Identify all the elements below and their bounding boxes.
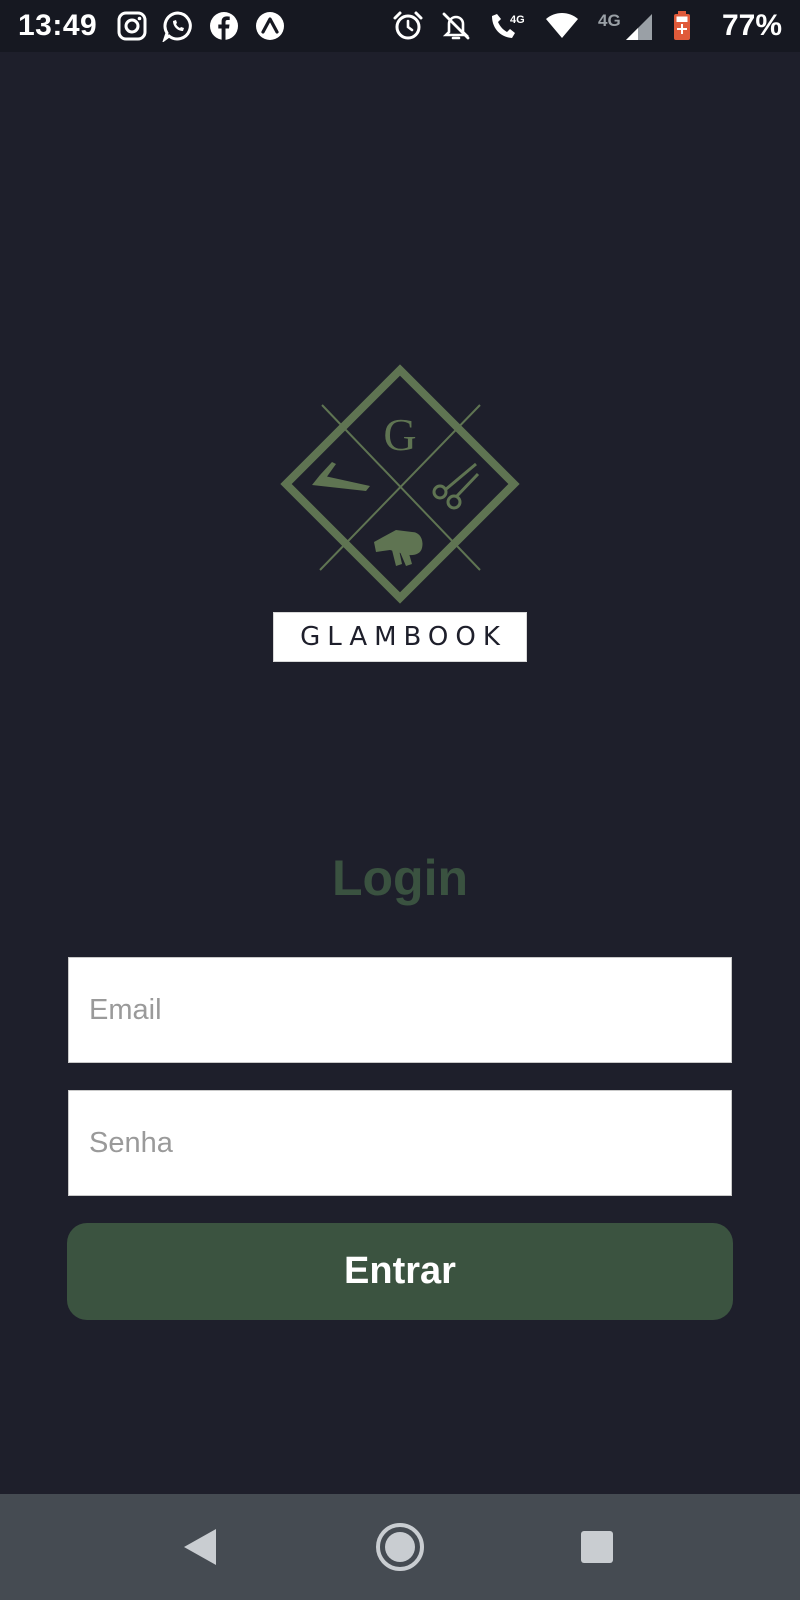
- expo-icon: [256, 12, 284, 40]
- network-label: 4G: [598, 11, 621, 30]
- instagram-icon: [117, 11, 147, 41]
- facebook-icon: [210, 12, 238, 40]
- hair-dryer-icon: [374, 530, 423, 566]
- navigation-bar: [0, 1494, 800, 1600]
- status-time: 13:49: [18, 9, 98, 42]
- status-bar: 13:49 4G 4G 77%: [0, 0, 800, 52]
- login-title: Login: [331, 850, 469, 906]
- call-network-label: 4G: [510, 14, 525, 26]
- battery-percent: 77%: [721, 9, 782, 42]
- wifi-icon: [546, 13, 578, 38]
- status-left-icons: [116, 10, 286, 42]
- login-button[interactable]: Entrar: [67, 1223, 733, 1320]
- logo-monogram: G: [383, 409, 416, 460]
- password-input[interactable]: [68, 1090, 732, 1196]
- signal-icon: 4G: [598, 11, 652, 40]
- brand-name: GLAMBOOK: [273, 612, 527, 662]
- notifications-off-icon: [442, 12, 470, 40]
- email-input[interactable]: [68, 957, 732, 1063]
- wifi-calling-icon: 4G: [492, 14, 525, 38]
- razor-icon: [312, 462, 370, 491]
- whatsapp-icon: [162, 11, 192, 42]
- status-right-icons: 4G 4G: [392, 10, 692, 42]
- recents-icon[interactable]: [567, 1517, 627, 1577]
- alarm-icon: [393, 11, 423, 40]
- battery-icon: [674, 11, 690, 40]
- home-icon[interactable]: [370, 1517, 430, 1577]
- scissors-icon: [432, 462, 480, 510]
- back-icon[interactable]: [170, 1517, 230, 1577]
